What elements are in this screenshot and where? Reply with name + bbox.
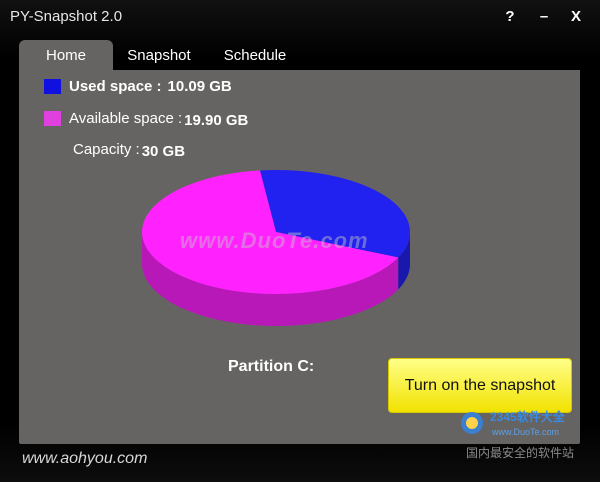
tab-snapshot[interactable]: Snapshot <box>118 40 200 70</box>
watermark-text: www.DuoTe.com <box>180 228 369 253</box>
site-badge-url: www.DuoTe.com <box>491 427 559 437</box>
minimize-button[interactable]: – <box>534 6 554 26</box>
window-title: PY-Snapshot 2.0 <box>10 8 123 25</box>
used-swatch <box>44 79 61 94</box>
legend-used: Used space : 10.09 GB <box>44 78 232 95</box>
available-swatch <box>44 111 61 126</box>
footer-url: www.aohyou.com <box>22 450 148 467</box>
used-value: 10.09 GB <box>167 78 232 95</box>
app-window: PY-Snapshot 2.0 ? – X Home Snapshot Sche… <box>0 0 600 482</box>
used-label: Used space : <box>69 78 162 95</box>
site-badge-logo: 2345软件大全 www.DuoTe.com <box>461 409 566 437</box>
disk-usage-pie-chart <box>142 170 410 326</box>
close-button[interactable]: X <box>566 6 586 26</box>
help-button[interactable]: ? <box>500 6 520 26</box>
tab-home[interactable]: Home <box>19 40 113 70</box>
tab-schedule[interactable]: Schedule <box>212 40 298 70</box>
site-tagline: 国内最安全的软件站 <box>466 446 575 460</box>
partition-label: Partition C: <box>228 358 315 375</box>
turn-on-snapshot-button[interactable]: Turn on the snapshot <box>388 358 572 413</box>
site-badge-text: 2345软件大全 <box>490 409 566 424</box>
